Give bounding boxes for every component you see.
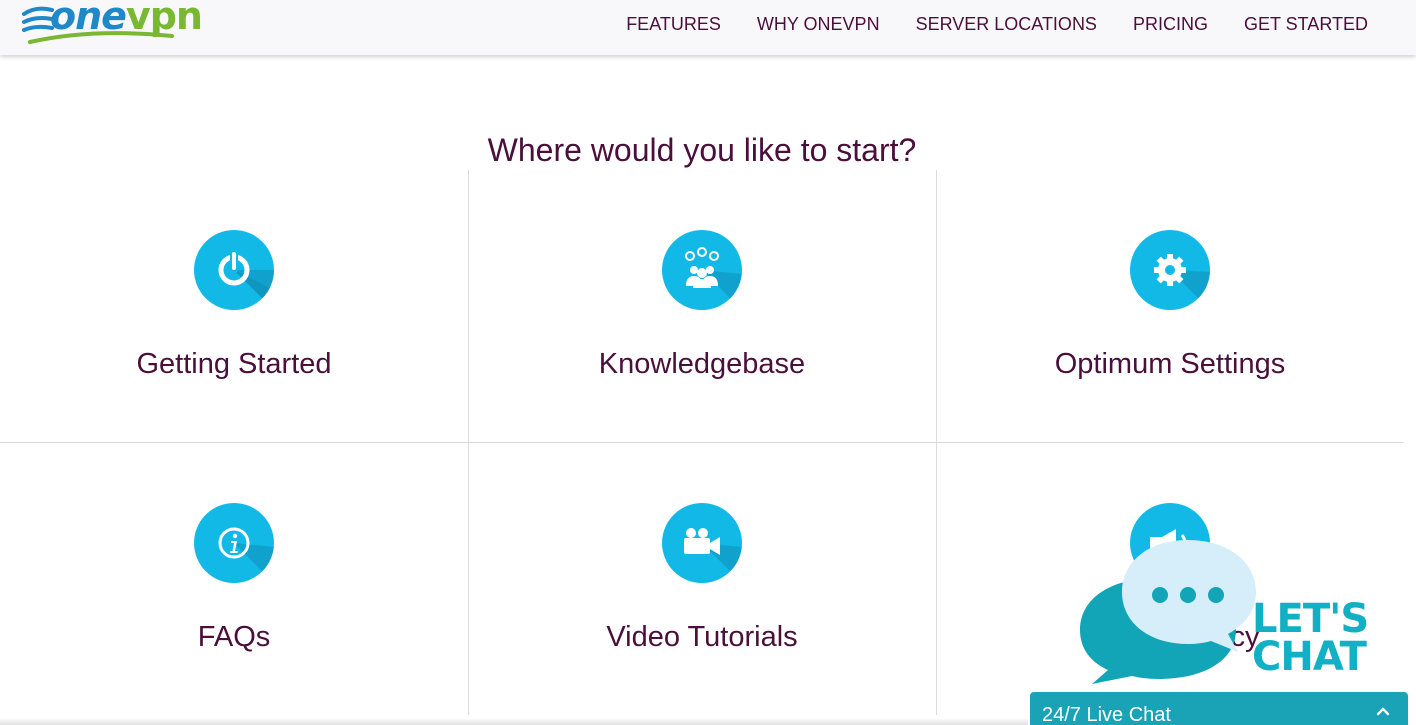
card-label: Optimum Settings <box>1054 348 1286 380</box>
lets-chat-line: CHAT <box>1252 634 1367 680</box>
card-label: Knowledgebase <box>598 348 806 380</box>
site-header: onevpn FEATURES WHY ONEVPN SERVER LOCATI… <box>0 0 1416 55</box>
card-knowledgebase[interactable]: Knowledgebase <box>468 170 936 443</box>
card-label: Getting Started <box>136 348 332 380</box>
card-label: FAQs <box>197 621 271 653</box>
logo-vpn-text: vpn <box>125 0 203 38</box>
lets-chat-line: LET'S <box>1252 596 1369 642</box>
card-label: Video Tutorials <box>606 621 798 653</box>
nav-server-locations[interactable]: SERVER LOCATIONS <box>916 14 1097 35</box>
live-chat-label: 24/7 Live Chat <box>1042 704 1171 725</box>
gear-icon <box>1130 230 1210 310</box>
nav-pricing[interactable]: PRICING <box>1133 14 1208 35</box>
power-icon <box>194 230 274 310</box>
nav-features[interactable]: FEATURES <box>626 14 721 35</box>
nav-why-onevpn[interactable]: WHY ONEVPN <box>757 14 880 35</box>
card-getting-started[interactable]: Getting Started <box>0 170 468 443</box>
card-optimum-settings[interactable]: Optimum Settings <box>936 170 1404 443</box>
card-faqs[interactable]: FAQs <box>0 443 468 716</box>
video-camera-icon <box>662 503 742 583</box>
page-title: Where would you like to start? <box>487 132 917 168</box>
people-ideas-icon <box>662 230 742 310</box>
bottom-shadow <box>0 718 1030 725</box>
logo-one-text: one <box>50 0 127 38</box>
lets-chat-label[interactable]: LET'S CHAT <box>1252 596 1369 680</box>
card-video-tutorials[interactable]: Video Tutorials <box>468 443 936 716</box>
info-icon <box>194 503 274 583</box>
chevron-up-icon[interactable] <box>1376 706 1390 716</box>
nav-get-started[interactable]: GET STARTED <box>1244 14 1368 35</box>
main-nav: FEATURES WHY ONEVPN SERVER LOCATIONS PRI… <box>590 14 1368 35</box>
onevpn-logo[interactable]: onevpn <box>22 0 203 50</box>
live-chat-bar[interactable]: 24/7 Live Chat <box>1028 690 1410 725</box>
